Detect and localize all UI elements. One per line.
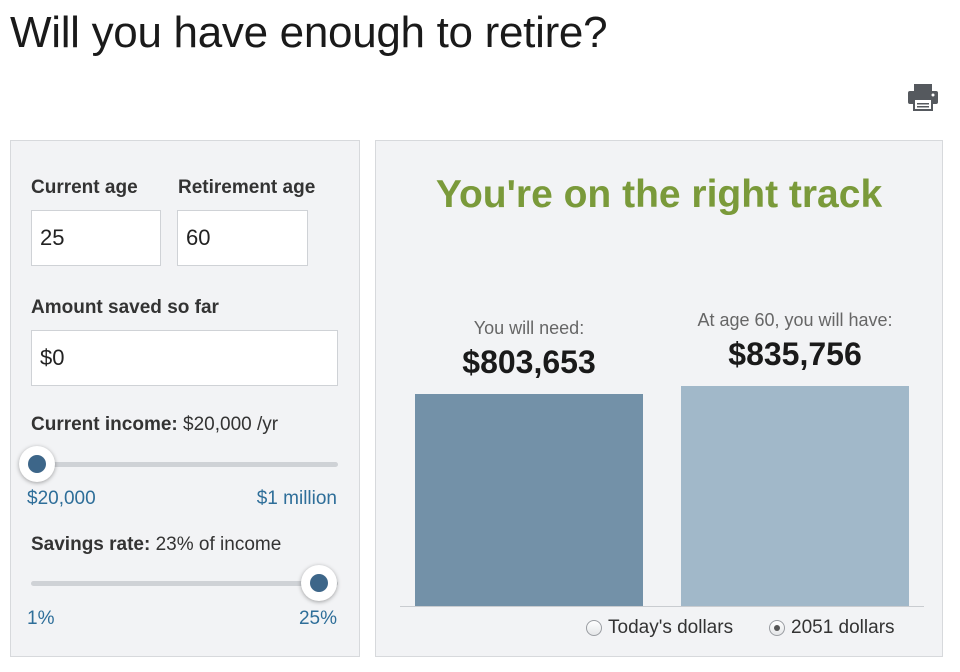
savings-max-label: 25% xyxy=(298,608,337,629)
needed-value: $803,653 xyxy=(462,344,596,380)
needed-bar xyxy=(415,394,643,606)
future-dollars-label: 2051 dollars xyxy=(791,617,895,638)
projected-caption: At age 60, you will have: xyxy=(697,310,893,330)
savings-slider-track[interactable] xyxy=(31,581,338,586)
future-dollars-radio[interactable] xyxy=(769,620,785,636)
todays-dollars-radio[interactable] xyxy=(586,620,602,636)
savings-rate-value: 23% of income xyxy=(155,534,282,555)
current-age-input[interactable] xyxy=(31,210,161,266)
amount-saved-label: Amount saved so far xyxy=(31,297,219,318)
income-slider-dot xyxy=(28,455,46,473)
retirement-age-label: Retirement age xyxy=(178,177,316,198)
todays-dollars-option[interactable]: Today's dollars xyxy=(586,617,733,639)
current-income-label-text: Current income: xyxy=(31,414,178,435)
current-income-value: $20,000 /yr xyxy=(183,414,279,435)
savings-slider-dot xyxy=(309,574,328,592)
savings-rate-label-text: Savings rate: xyxy=(31,534,151,555)
income-slider-thumb[interactable] xyxy=(19,446,55,482)
todays-dollars-label: Today's dollars xyxy=(608,617,734,638)
amount-saved-input[interactable] xyxy=(31,330,338,386)
result-headline: You're on the right track xyxy=(435,173,883,216)
needed-caption: You will need: xyxy=(473,318,585,338)
calculator-inputs-panel: Current age Retirement age Amount saved … xyxy=(10,140,360,657)
chart-baseline xyxy=(400,606,924,607)
retirement-age-input[interactable] xyxy=(177,210,308,266)
income-min-label: $20,000 xyxy=(27,488,96,509)
current-income-label: Current income: $20,000 /yr xyxy=(31,414,278,436)
print-button[interactable] xyxy=(906,82,940,112)
savings-slider-thumb[interactable] xyxy=(300,565,337,601)
future-dollars-option[interactable]: 2051 dollars xyxy=(769,617,895,639)
projected-bar xyxy=(681,386,909,606)
page-title: Will you have enough to retire? xyxy=(10,8,608,57)
current-age-label: Current age xyxy=(31,177,138,198)
income-slider-track[interactable] xyxy=(31,462,338,467)
savings-min-label: 1% xyxy=(27,608,55,629)
income-max-label: $1 million xyxy=(256,488,337,509)
savings-rate-label: Savings rate: 23% of income xyxy=(31,534,281,556)
printer-icon xyxy=(908,84,938,111)
result-panel: You're on the right track $803,653 You wi… xyxy=(375,140,943,657)
projected-value: $835,756 xyxy=(728,336,862,372)
